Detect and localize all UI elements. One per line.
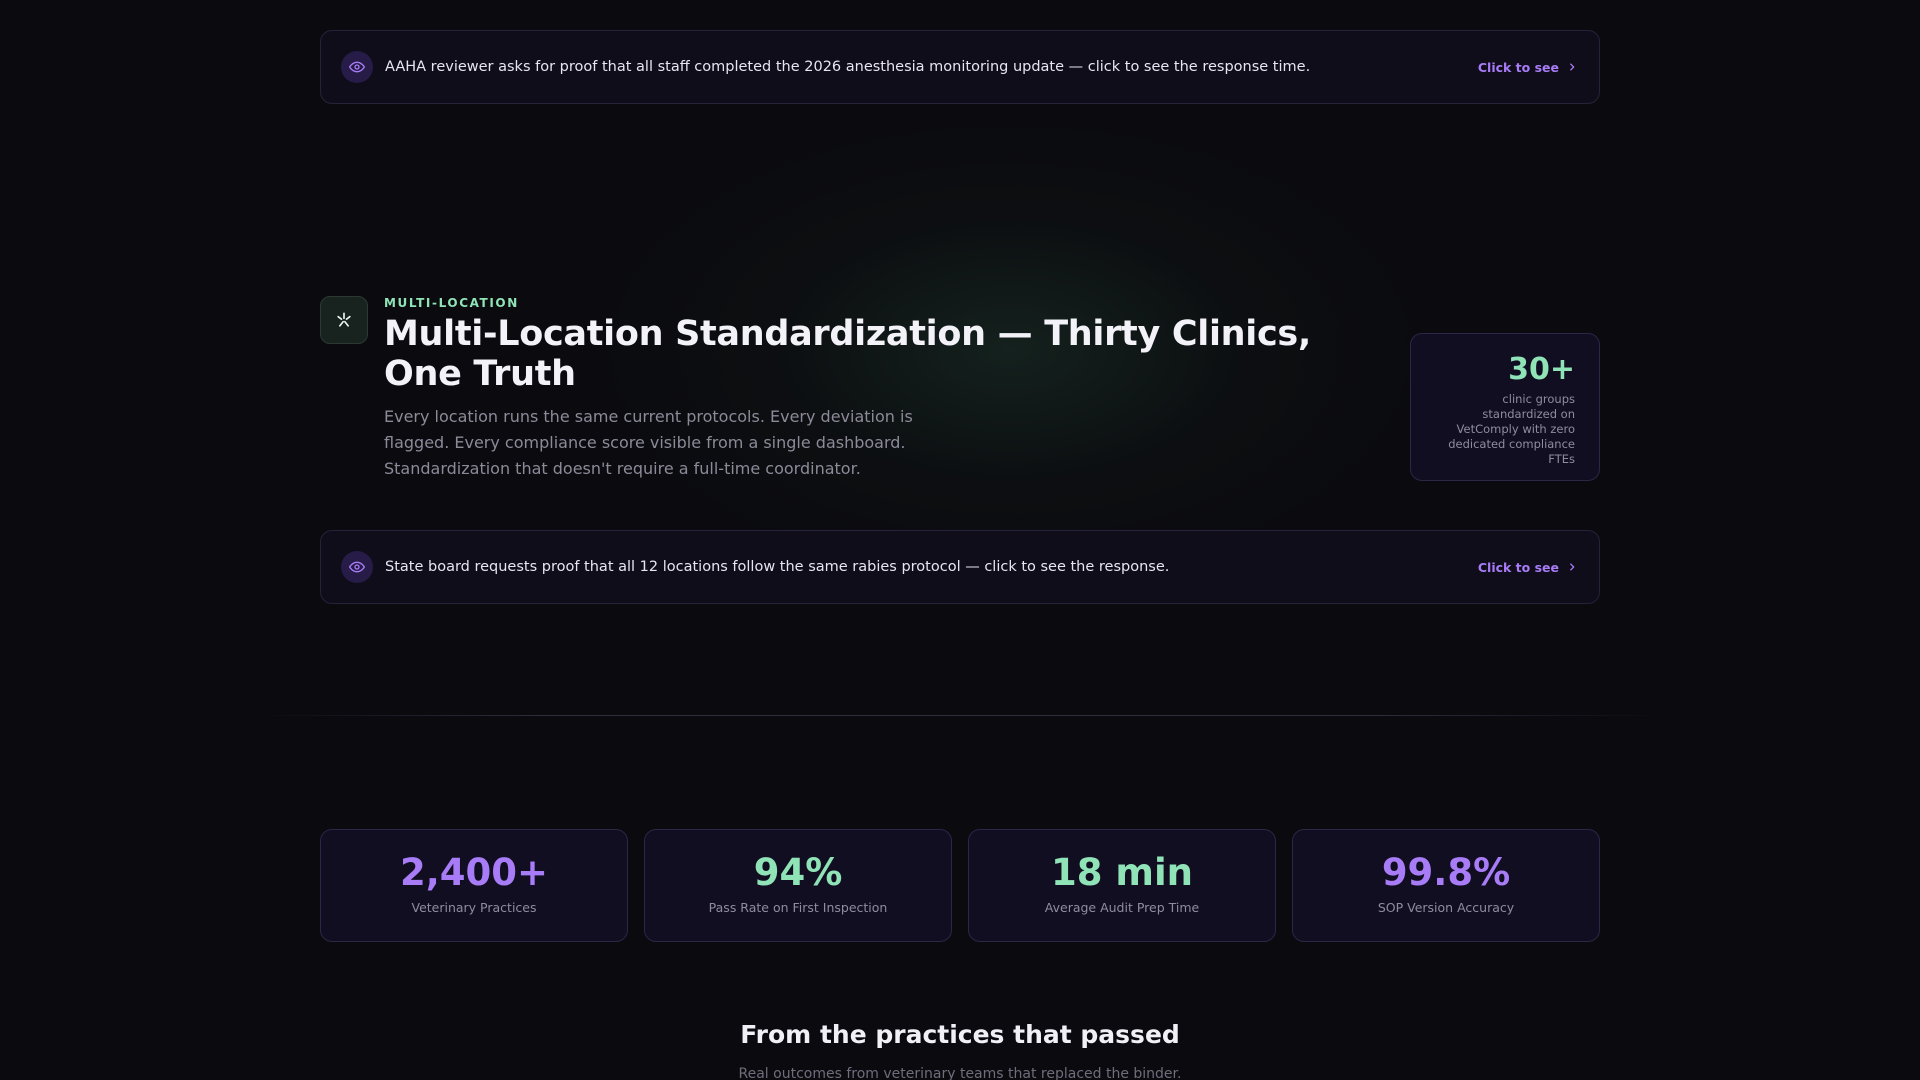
metric-card: 18 min Average Audit Prep Time — [968, 829, 1276, 942]
metric-card: 94% Pass Rate on First Inspection — [644, 829, 952, 942]
section-title: Multi-Location Standardization — Thirty … — [384, 314, 1311, 394]
metric-value: 18 min — [1051, 851, 1193, 894]
testimonials-subtitle: Real outcomes from veterinary teams that… — [738, 1066, 1182, 1080]
section-divider — [260, 715, 1660, 716]
click-to-see-button[interactable]: Click to see — [1478, 560, 1577, 575]
metric-card: 99.8% SOP Version Accuracy — [1292, 829, 1600, 942]
chevron-right-icon — [1567, 60, 1577, 75]
sparkle-icon — [320, 296, 368, 344]
metric-label: Veterinary Practices — [411, 900, 537, 915]
metric-value: 94% — [753, 851, 843, 894]
testimonials-title: From the practices that passed — [740, 1020, 1180, 1049]
metric-value: 2,400+ — [399, 851, 549, 894]
metric-card: 2,400+ Veterinary Practices — [320, 829, 628, 942]
cta-label: Click to see — [1477, 559, 1559, 575]
callout-text: AAHA reviewer asks for proof that all st… — [385, 59, 1311, 75]
section-eyebrow: MULTI-LOCATION — [384, 296, 519, 310]
chevron-right-icon — [1567, 560, 1577, 575]
metric-label: Average Audit Prep Time — [1044, 900, 1200, 915]
stat-value: 30+ — [1508, 352, 1575, 387]
click-to-see-button[interactable]: Click to see — [1478, 60, 1577, 75]
callout-text: State board requests proof that all 12 l… — [385, 559, 1170, 575]
metric-value: 99.8% — [1381, 851, 1511, 894]
callout-rabies-protocol[interactable]: State board requests proof that all 12 l… — [320, 530, 1600, 604]
stat-caption: clinic groups standardized on VetComply … — [1448, 392, 1575, 466]
page: AAHA reviewer asks for proof that all st… — [0, 0, 1920, 1080]
metric-label: SOP Version Accuracy — [1377, 900, 1515, 915]
eye-icon — [341, 551, 373, 583]
metric-label: Pass Rate on First Inspection — [708, 900, 888, 915]
cta-label: Click to see — [1477, 59, 1559, 75]
callout-anesthesia-proof[interactable]: AAHA reviewer asks for proof that all st… — [320, 30, 1600, 104]
section-description: Every location runs the same current pro… — [384, 407, 913, 478]
eye-icon — [341, 51, 373, 83]
stat-card: 30+ clinic groups standardized on VetCom… — [1410, 333, 1600, 481]
